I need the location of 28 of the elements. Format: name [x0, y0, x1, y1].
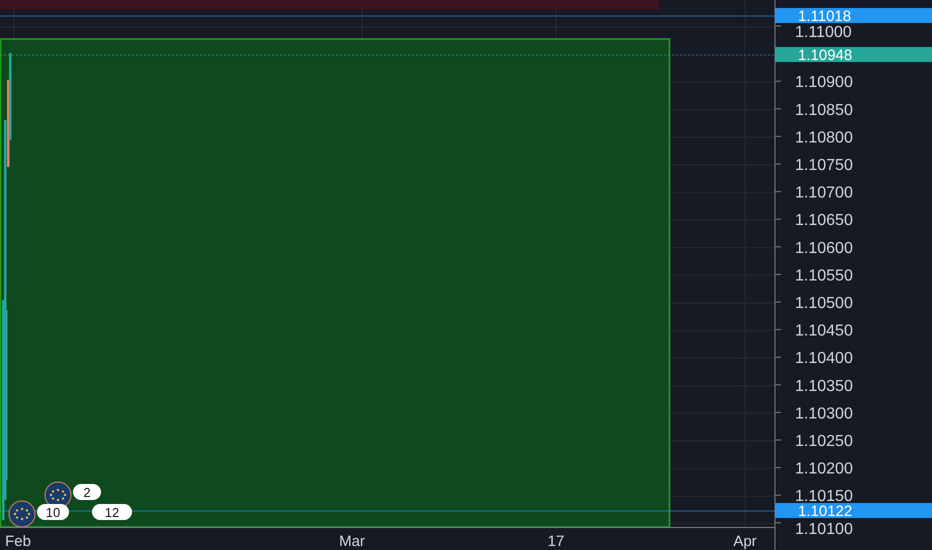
- price-label: 1.10650: [795, 212, 853, 230]
- date-label: Mar: [339, 533, 365, 550]
- price-label: 1.10800: [795, 129, 853, 146]
- price-label: 1.10900: [795, 74, 853, 92]
- date-label: 17: [548, 533, 564, 550]
- price-label: 1.10200: [795, 460, 853, 478]
- price-label: 1.10850: [795, 102, 853, 119]
- price-label: 1.10600: [795, 240, 853, 257]
- price-label: 1.10700: [795, 184, 853, 202]
- price-label: 1.10100: [795, 520, 853, 538]
- event-count-badge[interactable]: 12: [92, 504, 132, 520]
- price-tag: 1.11018: [775, 8, 932, 25]
- price-label: 1.10550: [795, 267, 853, 284]
- flag-marker-icon[interactable]: [8, 500, 36, 528]
- price-label: 1.10750: [795, 157, 853, 174]
- event-count-badge[interactable]: 10: [37, 504, 69, 520]
- date-label: Apr: [733, 533, 757, 550]
- price-label: 1.10350: [795, 378, 853, 395]
- price-label: 1.10300: [795, 405, 853, 422]
- price-tag: 1.10122: [775, 503, 932, 520]
- price-tag: 1.10948: [775, 47, 932, 64]
- date-label: Feb: [5, 533, 31, 550]
- price-label: 1.10500: [795, 295, 853, 312]
- price-label: 1.10450: [795, 322, 853, 340]
- price-label: 1.10400: [795, 350, 853, 368]
- price-label: 1.10150: [795, 488, 853, 506]
- price-label: 1.10250: [795, 433, 853, 450]
- price-label: 1.11000: [795, 24, 852, 41]
